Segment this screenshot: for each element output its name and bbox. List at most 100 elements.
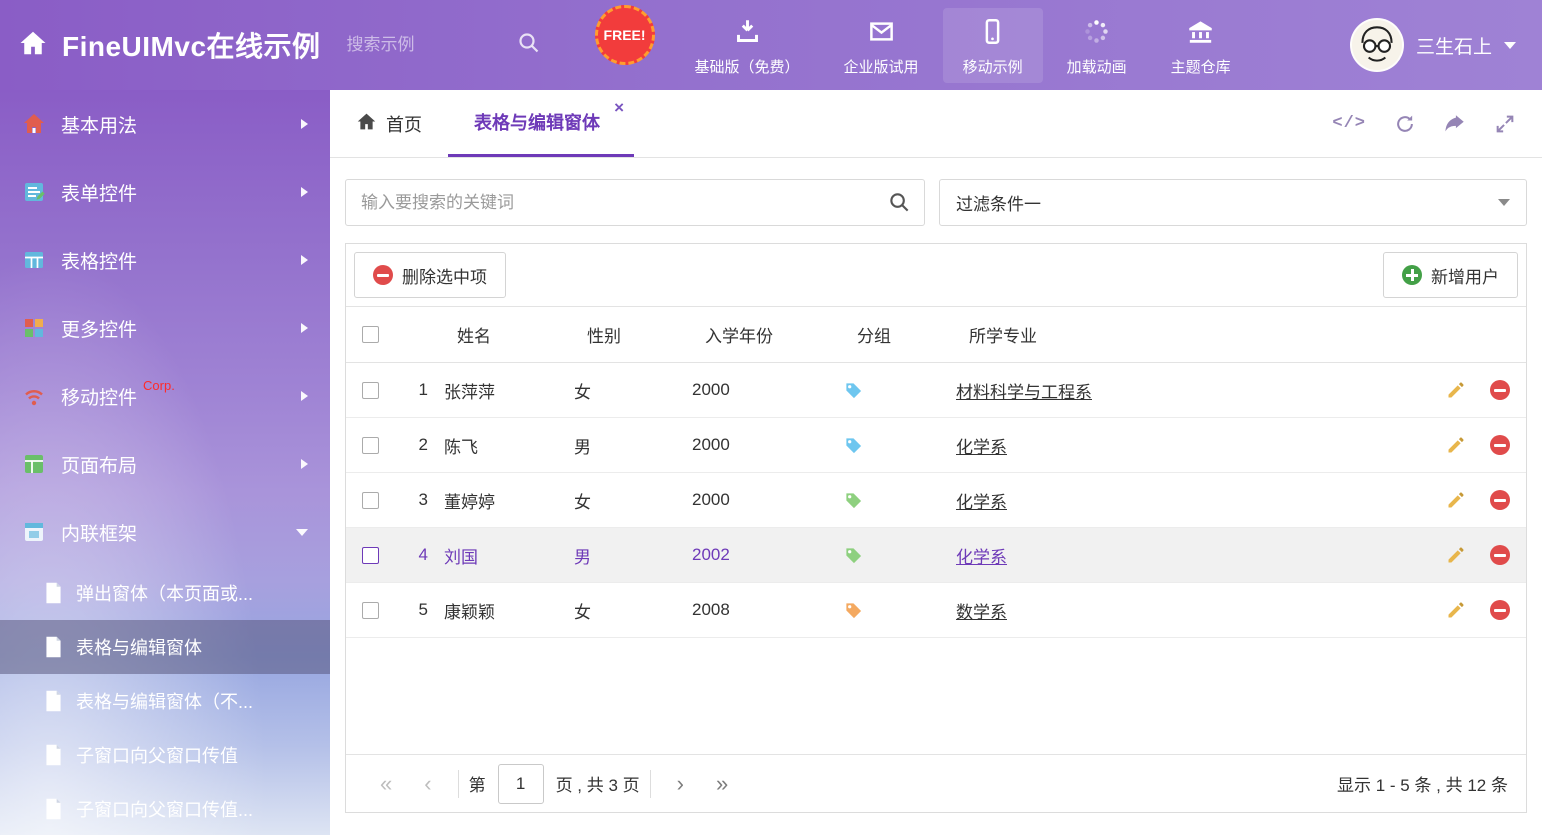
- row-checkbox[interactable]: [362, 437, 379, 454]
- sidebar-subitem-label: 子窗口向父窗口传值...: [76, 796, 253, 822]
- nav-item-enterprise-trial[interactable]: 企业版试用: [824, 8, 939, 83]
- table-row-selected: 4 刘国 男 2002 化学系: [346, 528, 1526, 583]
- next-page-button[interactable]: ›: [661, 773, 700, 795]
- table-search-input[interactable]: [345, 179, 925, 226]
- row-checkbox[interactable]: [362, 492, 379, 509]
- cell-name: 陈飞: [444, 433, 574, 458]
- expand-icon[interactable]: [1494, 113, 1516, 135]
- prev-page-button[interactable]: ‹: [408, 773, 447, 795]
- major-link[interactable]: 材料科学与工程系: [956, 378, 1092, 403]
- sidebar-item-mobile-controls[interactable]: 移动控件 Corp.: [0, 362, 330, 430]
- delete-row-button[interactable]: [1490, 545, 1510, 565]
- row-checkbox[interactable]: [362, 547, 379, 564]
- delete-row-button[interactable]: [1490, 380, 1510, 400]
- nav-item-mobile-demo[interactable]: 移动示例: [943, 8, 1043, 83]
- free-badge: FREE!: [595, 5, 655, 65]
- share-forward-icon[interactable]: [1444, 113, 1466, 135]
- first-page-button[interactable]: «: [364, 773, 408, 795]
- cell-year: 2002: [692, 545, 844, 565]
- signal-icon: [22, 384, 46, 408]
- delete-row-button[interactable]: [1490, 435, 1510, 455]
- nav-label: 移动示例: [963, 56, 1023, 77]
- delete-row-button[interactable]: [1490, 600, 1510, 620]
- cell-name: 董婷婷: [444, 488, 574, 513]
- cell-name: 刘国: [444, 543, 574, 568]
- iframe-icon: [22, 520, 46, 544]
- col-header-name[interactable]: 姓名: [444, 322, 574, 347]
- tab-home[interactable]: 首页: [330, 90, 448, 157]
- sidebar-subitem-popup-window[interactable]: 弹出窗体（本页面或...: [0, 566, 330, 620]
- sidebar-subitem-grid-edit-window[interactable]: 表格与编辑窗体: [0, 620, 330, 674]
- avatar-cartoon-face: [1350, 18, 1404, 72]
- tab-close-icon[interactable]: ×: [614, 99, 624, 116]
- app-header: FineUIMvc在线示例 FREE! 基础版（免费） 企业版试用: [0, 0, 1542, 90]
- layout-icon: [22, 452, 46, 476]
- major-link[interactable]: 化学系: [956, 488, 1007, 513]
- code-icon[interactable]: </>: [1332, 114, 1366, 133]
- edit-row-button[interactable]: [1446, 600, 1466, 620]
- row-checkbox[interactable]: [362, 602, 379, 619]
- col-header-group[interactable]: 分组: [844, 322, 956, 347]
- nav-item-theme-store[interactable]: 主题仓库: [1151, 8, 1251, 83]
- user-menu[interactable]: 三生石上: [1350, 18, 1542, 72]
- app-title: FineUIMvc在线示例: [62, 25, 321, 65]
- col-header-gender[interactable]: 性别: [574, 322, 692, 347]
- col-header-major[interactable]: 所学专业: [956, 322, 1416, 347]
- group-tag-icon[interactable]: [844, 601, 863, 620]
- col-header-year[interactable]: 入学年份: [692, 322, 844, 347]
- pagination-bar: « ‹ 第 页 , 共 3 页 › » 显示 1 - 5 条 , 共 12 条: [346, 754, 1526, 812]
- major-link[interactable]: 化学系: [956, 433, 1007, 458]
- sidebar-item-grid-controls[interactable]: 表格控件: [0, 226, 330, 294]
- delete-row-button[interactable]: [1490, 490, 1510, 510]
- brand[interactable]: FineUIMvc在线示例: [0, 25, 321, 65]
- select-all-checkbox[interactable]: [362, 326, 379, 343]
- sidebar-subitem-child-to-parent-2[interactable]: 子窗口向父窗口传值...: [0, 782, 330, 835]
- sidebar-item-form-controls[interactable]: 表单控件: [0, 158, 330, 226]
- major-link[interactable]: 化学系: [956, 543, 1007, 568]
- edit-row-button[interactable]: [1446, 490, 1466, 510]
- header-search-input[interactable]: [347, 35, 517, 55]
- cell-name: 张萍萍: [444, 378, 574, 403]
- nav-label: 企业版试用: [844, 56, 919, 77]
- sidebar-subitem-label: 子窗口向父窗口传值: [76, 742, 238, 768]
- sidebar-item-label: 内联框架: [61, 519, 137, 546]
- filter-dropdown[interactable]: 过滤条件一: [939, 179, 1527, 226]
- app-window: FineUIMvc在线示例 FREE! 基础版（免费） 企业版试用: [0, 0, 1542, 835]
- tab-label: 表格与编辑窗体: [474, 109, 600, 135]
- sidebar-subitem-child-to-parent[interactable]: 子窗口向父窗口传值: [0, 728, 330, 782]
- sidebar-item-more-controls[interactable]: 更多控件: [0, 294, 330, 362]
- refresh-icon[interactable]: [1394, 113, 1416, 135]
- last-page-button[interactable]: »: [700, 773, 744, 795]
- add-user-button[interactable]: 新增用户: [1383, 252, 1518, 298]
- major-link[interactable]: 数学系: [956, 598, 1007, 623]
- nav-item-basic-free[interactable]: 基础版（免费）: [675, 8, 820, 83]
- sidebar-item-page-layout[interactable]: 页面布局: [0, 430, 330, 498]
- form-icon: [22, 180, 46, 204]
- group-tag-icon[interactable]: [844, 491, 863, 510]
- group-tag-icon[interactable]: [844, 546, 863, 565]
- sidebar-item-iframe[interactable]: 内联框架: [0, 498, 330, 566]
- table-search: [345, 179, 925, 226]
- search-icon[interactable]: [888, 191, 911, 219]
- page-number-input[interactable]: [498, 764, 544, 804]
- tab-grid-edit-window[interactable]: 表格与编辑窗体 ×: [448, 90, 634, 157]
- header-nav: 基础版（免费） 企业版试用 移动示例 加载动画: [675, 8, 1251, 83]
- chevron-down-icon: [1498, 199, 1510, 206]
- row-checkbox[interactable]: [362, 382, 379, 399]
- edit-row-button[interactable]: [1446, 380, 1466, 400]
- header-search[interactable]: [347, 25, 547, 65]
- cell-gender: 男: [574, 433, 692, 458]
- chevron-down-icon: [1504, 42, 1516, 49]
- sidebar-subitem-grid-edit-window-no[interactable]: 表格与编辑窗体（不...: [0, 674, 330, 728]
- edit-row-button[interactable]: [1446, 545, 1466, 565]
- sidebar-item-basic-usage[interactable]: 基本用法: [0, 90, 330, 158]
- nav-item-loading-animation[interactable]: 加载动画: [1047, 8, 1147, 83]
- cell-gender: 女: [574, 378, 692, 403]
- group-tag-icon[interactable]: [844, 436, 863, 455]
- edit-row-button[interactable]: [1446, 435, 1466, 455]
- group-tag-icon[interactable]: [844, 381, 863, 400]
- file-icon: [44, 744, 63, 766]
- delete-selected-button[interactable]: 删除选中项: [354, 252, 506, 298]
- divider: [650, 770, 651, 798]
- cell-year: 2008: [692, 600, 844, 620]
